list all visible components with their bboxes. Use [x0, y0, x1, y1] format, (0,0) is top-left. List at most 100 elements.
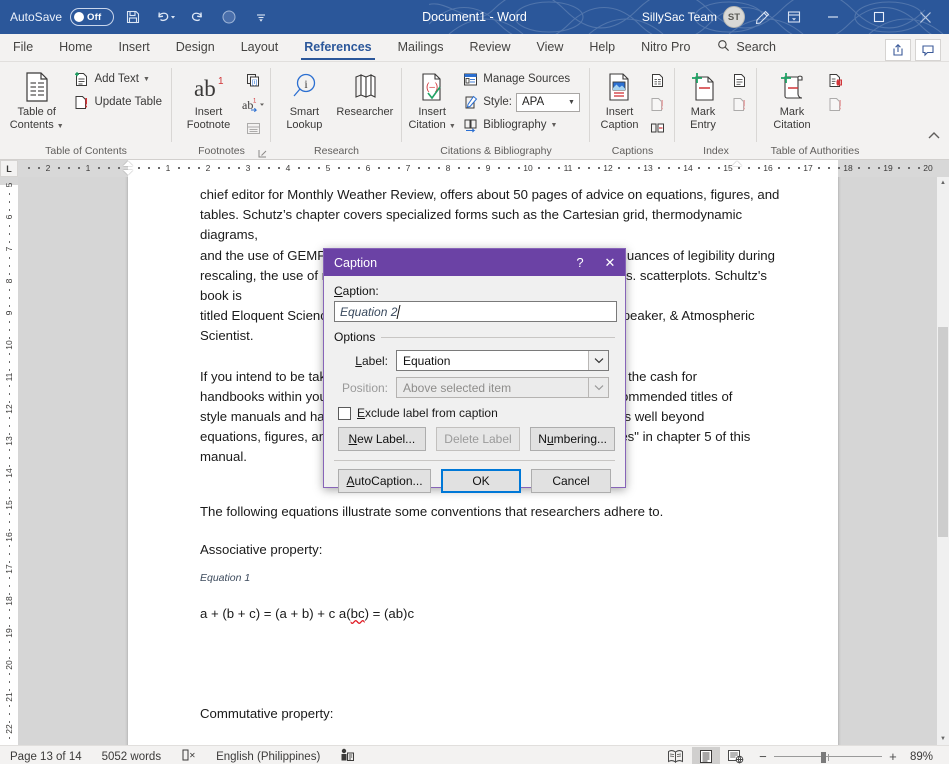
tab-view[interactable]: View [523, 33, 576, 61]
insert-citation-button[interactable]: (–) Insert Citation ▼ [408, 66, 456, 131]
scroll-up-icon[interactable]: ▲ [937, 177, 949, 189]
tab-nitro-pro[interactable]: Nitro Pro [628, 33, 703, 61]
vertical-scrollbar[interactable]: ▲ ▼ [937, 177, 949, 745]
equation-associative[interactable]: a + (b + c) = (a + b) + c a(bc) = (ab)c [200, 604, 788, 624]
zoom-in-button[interactable]: + [888, 749, 898, 764]
right-indent-marker-top[interactable] [732, 161, 742, 166]
mark-entry-button[interactable]: Mark Entry [681, 66, 725, 131]
zoom-thumb[interactable] [820, 751, 826, 763]
dialog-close-button[interactable]: ✕ [595, 249, 625, 276]
vruler-tick [8, 265, 10, 267]
tab-stop-selector[interactable]: L [0, 160, 18, 177]
caption-dialog[interactable]: Caption ? ✕ Caption: Equation 2 Options … [323, 248, 626, 493]
insert-table-of-figures-icon[interactable] [645, 69, 669, 92]
share-icon[interactable] [885, 39, 911, 61]
zoom-track[interactable] [773, 751, 882, 763]
first-line-indent-marker[interactable] [123, 161, 133, 166]
horizontal-ruler-scale[interactable]: 2 1 1 2 3 4 5 6 7 8 9 10 11 12 13 14 15 16 17 18 19 20 [18, 160, 949, 177]
zoom-level[interactable]: 89% [906, 751, 941, 763]
paragraph-3[interactable]: The following equations illustrate some … [200, 502, 788, 522]
print-layout-button[interactable] [691, 746, 720, 764]
save-icon[interactable] [120, 4, 146, 30]
scroll-down-icon[interactable]: ▼ [937, 733, 949, 745]
language-indicator[interactable]: English (Philippines) [206, 746, 330, 764]
vruler-tick [8, 545, 10, 547]
ink-pen-icon[interactable] [747, 2, 777, 32]
show-notes-icon[interactable] [241, 117, 265, 140]
section-associative-heading[interactable]: Associative property: [200, 540, 788, 560]
cross-reference-icon[interactable] [645, 117, 669, 140]
label-dropdown[interactable]: Equation [396, 350, 609, 371]
hanging-indent-marker[interactable] [123, 170, 133, 175]
ribbon: Table of Contents ▼ Add Text ▼ Update Ta… [0, 62, 949, 160]
account-name[interactable]: SillySac Team [642, 10, 721, 24]
new-label-button[interactable]: New Label... [338, 427, 426, 451]
ok-button[interactable]: OK [441, 469, 521, 493]
exclude-label-checkbox[interactable] [338, 406, 351, 420]
customize-qat-icon[interactable] [248, 4, 274, 30]
autocaption-button[interactable]: AutoCaption... [338, 469, 431, 493]
tab-home[interactable]: Home [46, 33, 105, 61]
record-icon[interactable] [216, 4, 242, 30]
manage-sources-button[interactable]: Manage Sources [458, 68, 584, 90]
update-index-icon[interactable] [727, 93, 751, 116]
tab-help[interactable]: Help [576, 33, 628, 61]
footnotes-dialog-launcher[interactable] [258, 149, 268, 159]
insert-endnote-icon[interactable]: [i] [241, 69, 265, 92]
page-indicator[interactable]: Page 13 of 14 [0, 746, 92, 764]
word-count[interactable]: 5052 words [92, 746, 171, 764]
tab-mailings[interactable]: Mailings [385, 33, 457, 61]
minimize-button[interactable] [811, 0, 855, 34]
caption-input[interactable]: Equation 2 [334, 301, 617, 322]
insert-index-icon[interactable] [727, 69, 751, 92]
update-table-icon[interactable] [823, 93, 847, 116]
tab-review[interactable]: Review [456, 33, 523, 61]
horizontal-ruler[interactable]: L 2 1 1 2 3 4 5 6 7 8 9 10 11 12 13 14 15 16 17 18 19 20 [0, 160, 949, 177]
collapse-ribbon-button[interactable] [925, 127, 943, 143]
equation-caption-1[interactable]: Equation 1 [200, 570, 788, 586]
bibliography-button[interactable]: Bibliography ▼ [458, 114, 584, 136]
search-box[interactable]: Search [703, 33, 786, 61]
autosave-toggle[interactable]: Off [70, 8, 115, 26]
vruler-tick [8, 617, 10, 619]
tab-file[interactable]: File [0, 33, 46, 61]
read-mode-button[interactable] [662, 747, 690, 764]
redo-icon[interactable] [184, 4, 210, 30]
undo-icon[interactable] [152, 4, 178, 30]
update-table-icon[interactable] [645, 93, 669, 116]
tab-layout[interactable]: Layout [228, 33, 292, 61]
dialog-help-button[interactable]: ? [565, 249, 595, 276]
vertical-ruler[interactable]: 5 6 7 8 9 10 11 12 13 14 15 16 17 18 19 20 21 22 [0, 177, 18, 745]
section-commutative-heading[interactable]: Commutative property: [200, 704, 788, 724]
insert-table-of-authorities-icon[interactable]: ■ [823, 69, 847, 92]
researcher-button[interactable]: Researcher [334, 66, 396, 119]
web-layout-button[interactable] [722, 747, 750, 764]
tab-design[interactable]: Design [163, 33, 228, 61]
tab-insert[interactable]: Insert [106, 33, 163, 61]
mark-citation-label: Mark Citation [773, 106, 811, 131]
update-table-button[interactable]: Update Table [69, 91, 166, 113]
mark-citation-button[interactable]: Mark Citation [763, 66, 821, 131]
proofing-status-button[interactable]: ✕ [171, 746, 206, 764]
dialog-title-bar[interactable]: Caption ? ✕ [324, 249, 625, 276]
next-footnote-icon[interactable]: ab 1 [241, 93, 265, 116]
cancel-button[interactable]: Cancel [531, 469, 611, 493]
insert-footnote-button[interactable]: ab 1 Insert Footnote [178, 66, 239, 131]
insert-caption-button[interactable]: Insert Caption [596, 66, 643, 131]
scrollbar-thumb[interactable] [938, 327, 948, 537]
add-text-button[interactable]: Add Text ▼ [69, 68, 166, 90]
ribbon-display-options-icon[interactable] [779, 2, 809, 32]
smart-lookup-button[interactable]: i Smart Lookup [277, 66, 332, 131]
comments-icon[interactable] [915, 39, 941, 61]
maximize-button[interactable] [857, 0, 901, 34]
table-of-contents-button[interactable]: Table of Contents ▼ [6, 66, 67, 131]
avatar[interactable]: ST [723, 6, 745, 28]
exclude-label-checkbox-row[interactable]: Exclude label from caption [338, 406, 615, 420]
zoom-out-button[interactable]: − [758, 749, 768, 764]
close-button[interactable] [903, 0, 947, 34]
zoom-slider[interactable]: − + [752, 749, 904, 764]
tab-references[interactable]: References [291, 33, 384, 61]
accessibility-checker-button[interactable] [330, 746, 365, 764]
citation-style-dropdown[interactable]: APA ▼ [516, 92, 580, 112]
numbering-button[interactable]: Nu mbering... [530, 427, 615, 451]
